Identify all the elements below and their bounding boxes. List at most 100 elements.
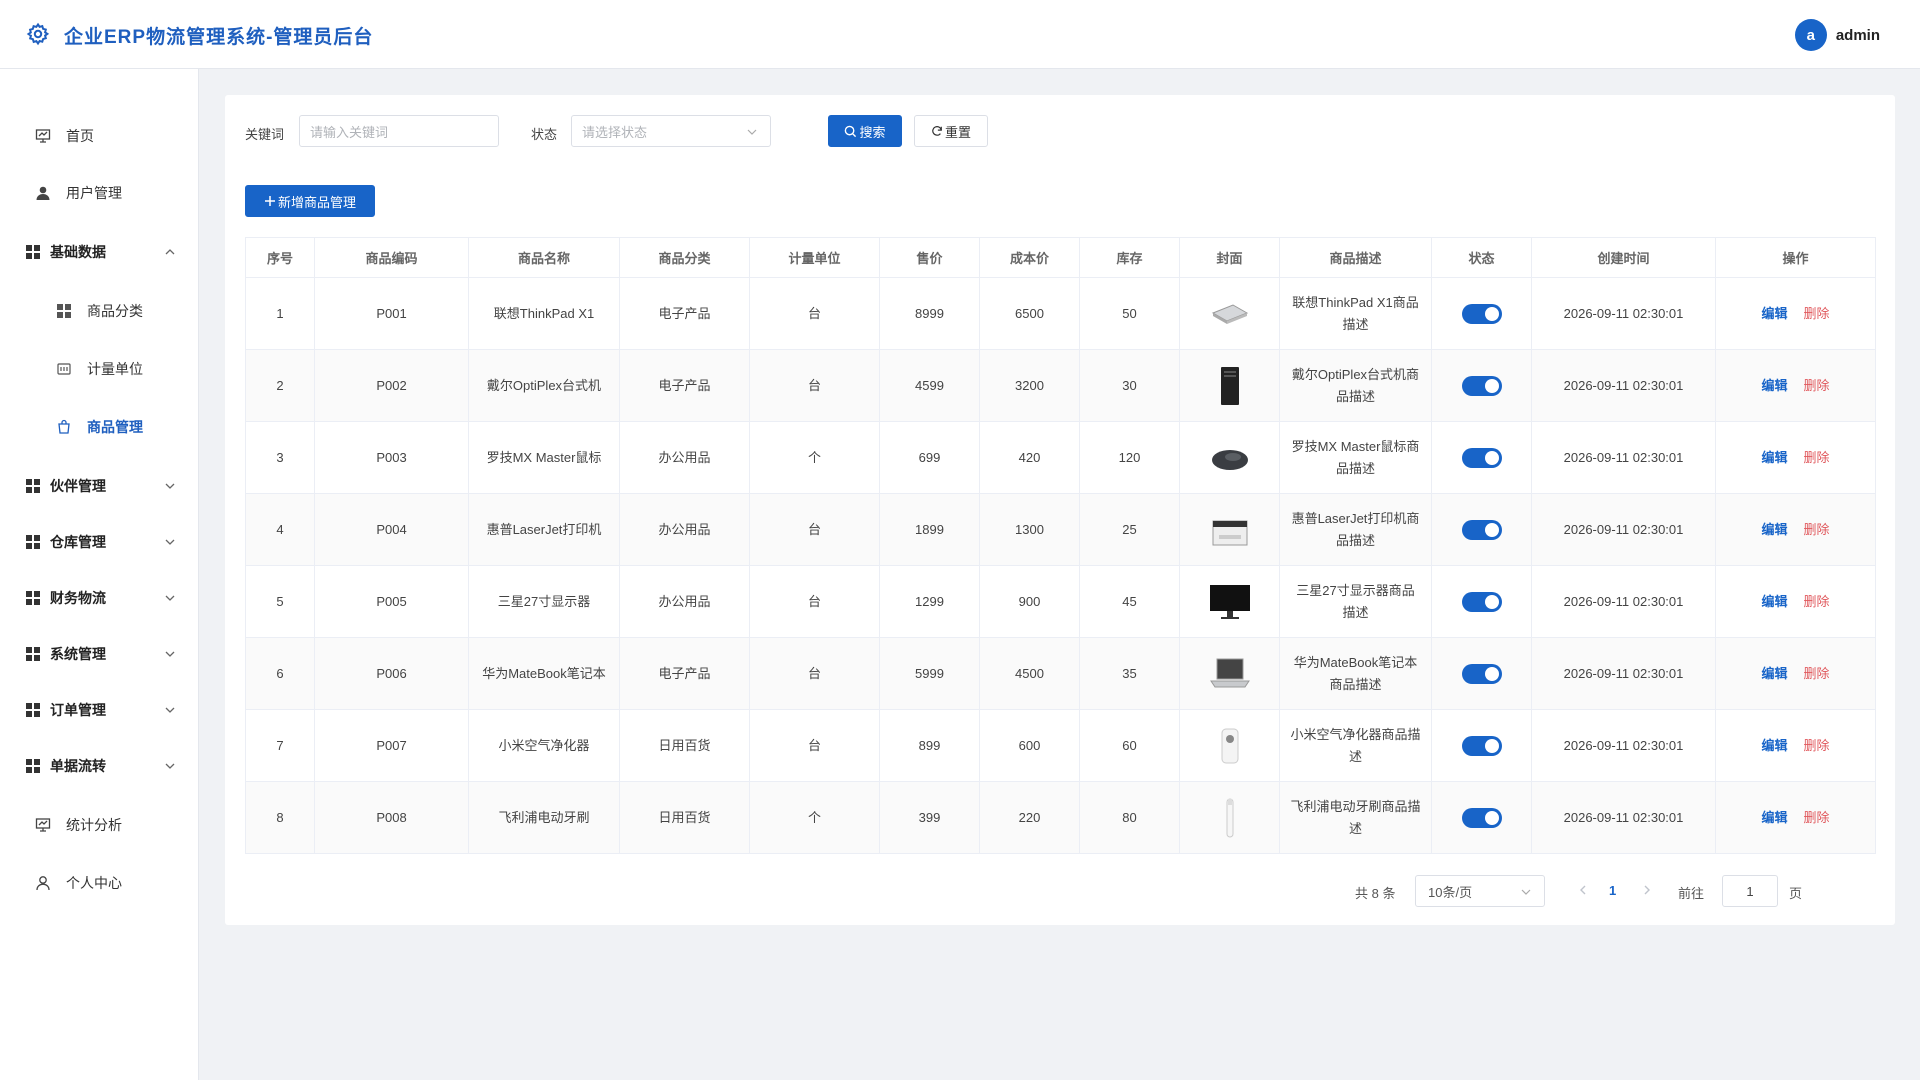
cell-code: P007 bbox=[314, 709, 469, 782]
cell-created: 2026-09-11 02:30:01 bbox=[1531, 637, 1716, 710]
cell-price: 5999 bbox=[879, 637, 980, 710]
reset-button[interactable]: 重置 bbox=[914, 115, 988, 147]
cell-no: 8 bbox=[245, 781, 315, 854]
cell-cost: 4500 bbox=[979, 637, 1080, 710]
avatar[interactable]: a bbox=[1794, 19, 1827, 51]
filter-bar: 关键词 请输入关键词 状态 请选择状态 搜索 重置 bbox=[245, 115, 1445, 149]
column-header: 成本价 bbox=[979, 237, 1080, 278]
edit-button[interactable]: 编辑 bbox=[1761, 306, 1787, 321]
delete-button[interactable]: 删除 bbox=[1804, 738, 1830, 753]
edit-button[interactable]: 编辑 bbox=[1761, 666, 1787, 681]
column-header: 计量单位 bbox=[749, 237, 880, 278]
search-icon bbox=[845, 125, 857, 137]
cell-cover bbox=[1179, 637, 1280, 710]
status-toggle[interactable] bbox=[1461, 664, 1502, 685]
cell-price: 8999 bbox=[879, 277, 980, 350]
delete-button[interactable]: 删除 bbox=[1804, 378, 1830, 393]
status-toggle[interactable] bbox=[1461, 304, 1502, 325]
cell-status bbox=[1431, 637, 1532, 710]
delete-button[interactable]: 删除 bbox=[1804, 306, 1830, 321]
sidebar-group-basic[interactable]: 基础数据 bbox=[0, 232, 199, 272]
sidebar-group-orders[interactable]: 订单管理 bbox=[0, 690, 199, 730]
sidebar-group-warehouse[interactable]: 仓库管理 bbox=[0, 522, 199, 562]
cell-code: P004 bbox=[314, 493, 469, 566]
pagination: 共 8 条 10条/页 1 前往 1 页 bbox=[1355, 875, 1875, 907]
edit-button[interactable]: 编辑 bbox=[1761, 450, 1787, 465]
add-goods-button[interactable]: 新增商品管理 bbox=[245, 185, 375, 217]
sidebar-group-system[interactable]: 系统管理 bbox=[0, 634, 199, 674]
status-select[interactable]: 请选择状态 bbox=[571, 115, 771, 147]
delete-button[interactable]: 删除 bbox=[1804, 810, 1830, 825]
sidebar-group-finance[interactable]: 财务物流 bbox=[0, 578, 199, 618]
sidebar-item-unit[interactable]: 计量单位 bbox=[0, 349, 199, 389]
content-card: 关键词 请输入关键词 状态 请选择状态 搜索 重置 新增商品管理 序号商品编码 bbox=[225, 95, 1895, 925]
column-header: 商品分类 bbox=[619, 237, 750, 278]
cell-unit: 台 bbox=[749, 277, 880, 350]
sidebar-item-users[interactable]: 用户管理 bbox=[0, 173, 199, 213]
page-size-select[interactable]: 10条/页 bbox=[1415, 875, 1545, 907]
edit-button[interactable]: 编辑 bbox=[1761, 594, 1787, 609]
keyword-input[interactable]: 请输入关键词 bbox=[299, 115, 499, 147]
cell-stock: 30 bbox=[1079, 349, 1180, 422]
toothbrush-icon[interactable] bbox=[1207, 795, 1253, 841]
cell-name: 华为MateBook笔记本 bbox=[468, 637, 620, 710]
chevron-down-icon bbox=[165, 651, 175, 657]
status-toggle[interactable] bbox=[1461, 520, 1502, 541]
cell-actions: 编辑 删除 bbox=[1715, 493, 1876, 566]
edit-button[interactable]: 编辑 bbox=[1761, 810, 1787, 825]
user-menu[interactable]: a admin bbox=[1794, 19, 1880, 51]
cell-desc: 联想ThinkPad X1商品描述 bbox=[1279, 277, 1432, 350]
laptop-icon[interactable] bbox=[1207, 291, 1253, 337]
keyword-label: 关键词 bbox=[245, 127, 285, 142]
chart-board-icon bbox=[34, 816, 52, 834]
status-toggle[interactable] bbox=[1461, 592, 1502, 613]
sidebar-item-goods[interactable]: 商品管理 bbox=[0, 407, 199, 447]
chevron-down-icon bbox=[165, 707, 175, 713]
purifier-icon[interactable] bbox=[1207, 723, 1253, 769]
monitor-icon[interactable] bbox=[1207, 579, 1253, 625]
mouse-icon[interactable] bbox=[1207, 435, 1253, 481]
sidebar-item-home[interactable]: 首页 bbox=[0, 116, 199, 156]
cell-price: 399 bbox=[879, 781, 980, 854]
delete-button[interactable]: 删除 bbox=[1804, 666, 1830, 681]
cell-code: P005 bbox=[314, 565, 469, 638]
sidebar-group-partner[interactable]: 伙伴管理 bbox=[0, 466, 199, 506]
cell-price: 899 bbox=[879, 709, 980, 782]
status-toggle[interactable] bbox=[1461, 448, 1502, 469]
column-header: 库存 bbox=[1079, 237, 1180, 278]
delete-button[interactable]: 删除 bbox=[1804, 594, 1830, 609]
edit-button[interactable]: 编辑 bbox=[1761, 522, 1787, 537]
status-placeholder: 请选择状态 bbox=[582, 124, 648, 140]
chevron-left-icon[interactable] bbox=[1577, 884, 1589, 896]
sidebar-label: 仓库管理 bbox=[50, 534, 106, 550]
edit-button[interactable]: 编辑 bbox=[1761, 738, 1787, 753]
cell-cost: 420 bbox=[979, 421, 1080, 494]
desktop-icon[interactable] bbox=[1207, 363, 1253, 409]
sidebar-group-documents[interactable]: 单据流转 bbox=[0, 746, 199, 786]
status-toggle[interactable] bbox=[1461, 376, 1502, 397]
chevron-right-icon[interactable] bbox=[1641, 884, 1653, 896]
sidebar-item-profile[interactable]: 个人中心 bbox=[0, 863, 199, 903]
cell-name: 飞利浦电动牙刷 bbox=[468, 781, 620, 854]
cell-cover bbox=[1179, 493, 1280, 566]
sidebar-item-category[interactable]: 商品分类 bbox=[0, 291, 199, 331]
cell-cost: 220 bbox=[979, 781, 1080, 854]
sidebar-label: 首页 bbox=[66, 128, 94, 144]
status-toggle[interactable] bbox=[1461, 736, 1502, 757]
printer-icon[interactable] bbox=[1207, 507, 1253, 553]
sidebar-item-stats[interactable]: 统计分析 bbox=[0, 805, 199, 845]
edit-button[interactable]: 编辑 bbox=[1761, 378, 1787, 393]
notebook-icon[interactable] bbox=[1207, 651, 1253, 697]
cell-status bbox=[1431, 277, 1532, 350]
delete-button[interactable]: 删除 bbox=[1804, 450, 1830, 465]
status-toggle[interactable] bbox=[1461, 808, 1502, 829]
sidebar-label: 用户管理 bbox=[66, 185, 122, 201]
search-button[interactable]: 搜索 bbox=[828, 115, 902, 147]
username[interactable]: admin bbox=[1836, 27, 1880, 44]
current-page[interactable]: 1 bbox=[1609, 883, 1616, 898]
cell-code: P003 bbox=[314, 421, 469, 494]
jump-page-input[interactable]: 1 bbox=[1722, 875, 1778, 907]
cell-no: 4 bbox=[245, 493, 315, 566]
cell-no: 2 bbox=[245, 349, 315, 422]
delete-button[interactable]: 删除 bbox=[1804, 522, 1830, 537]
